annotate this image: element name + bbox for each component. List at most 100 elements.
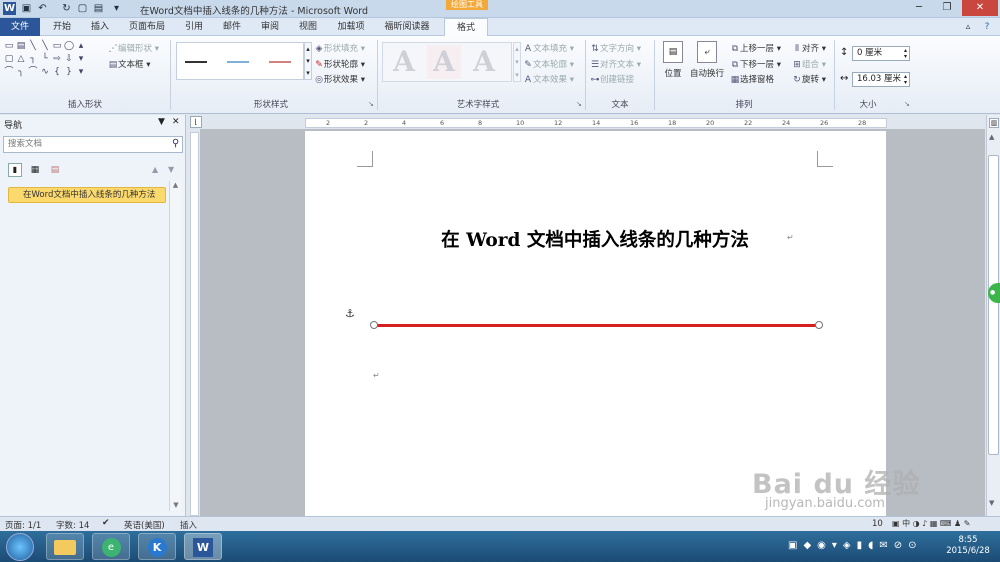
more-shapes-icon[interactable]: ▾ bbox=[76, 68, 86, 77]
rectangle-shape-icon[interactable]: ▭ bbox=[52, 42, 62, 51]
save-icon[interactable]: ▣ bbox=[20, 2, 33, 15]
text-box-button[interactable]: ▤文本框 ▾ bbox=[108, 58, 151, 70]
tab-view[interactable]: 视图 bbox=[290, 18, 326, 36]
tab-page-layout[interactable]: 页面布局 bbox=[122, 18, 172, 36]
brace-right-shape-icon[interactable]: } bbox=[64, 68, 74, 77]
tab-mailings[interactable]: 邮件 bbox=[214, 18, 250, 36]
scroll-thumb[interactable] bbox=[988, 155, 999, 455]
wordart-style-2[interactable]: A bbox=[427, 45, 461, 79]
wordart-gallery[interactable]: A A A bbox=[382, 42, 512, 82]
word-taskbar-icon[interactable]: W bbox=[184, 533, 222, 560]
dialog-launcher-icon[interactable]: ↘ bbox=[368, 100, 374, 108]
new-doc-icon[interactable]: ▢ bbox=[76, 2, 89, 15]
text-outline-button[interactable]: ✎文本轮廓 ▾ bbox=[523, 58, 574, 70]
brace-left-shape-icon[interactable]: { bbox=[52, 68, 62, 77]
scroll-up-arrow-icon[interactable]: ▲ bbox=[170, 181, 181, 189]
width-spinner-icon[interactable]: ▴ ▾ bbox=[902, 73, 909, 87]
connector-shape-icon[interactable]: ┐ bbox=[28, 55, 38, 64]
vertical-scrollbar[interactable]: ▥ ▲ ▼ bbox=[986, 115, 1000, 516]
right-arrow-shape-icon[interactable]: ⇨ bbox=[52, 55, 62, 64]
height-spinner-icon[interactable]: ▴ ▾ bbox=[902, 47, 909, 61]
down-arrow-shape-icon[interactable]: ⇩ bbox=[64, 55, 74, 64]
text-effects-button[interactable]: A 文本效果 ▾ bbox=[523, 73, 574, 85]
nav-heading-item[interactable]: 在Word文档中插入线条的几种方法 bbox=[8, 187, 166, 203]
ruler-toggle-icon[interactable]: ▥ bbox=[989, 118, 999, 128]
wrap-text-button[interactable]: ⤶ 自动换行 bbox=[690, 41, 724, 79]
word-app-icon[interactable]: W bbox=[3, 2, 16, 15]
scroll-down-arrow-icon[interactable]: ▼ bbox=[989, 499, 994, 507]
word-count[interactable]: 字数: 14 bbox=[56, 519, 89, 531]
line-end-handle[interactable] bbox=[815, 321, 823, 329]
nav-search-input[interactable]: 搜索文档 bbox=[3, 136, 183, 153]
dialog-launcher-icon[interactable]: ↘ bbox=[576, 100, 582, 108]
styles-gallery-scroll[interactable]: ▴ ▾ ▾ bbox=[304, 42, 312, 80]
tab-references[interactable]: 引用 bbox=[176, 18, 212, 36]
print-preview-icon[interactable]: ▤ bbox=[92, 2, 105, 15]
browse-headings-icon[interactable]: ▮ bbox=[8, 163, 22, 177]
arc-shape-icon[interactable]: ╮ bbox=[16, 68, 26, 77]
position-button[interactable]: ▤ 位置 bbox=[660, 41, 686, 79]
language-status[interactable]: 英语(美国) bbox=[124, 519, 165, 531]
page-count[interactable]: 页面: 1/1 bbox=[5, 519, 41, 531]
collapse-ribbon-icon[interactable]: ▵ bbox=[960, 18, 976, 36]
redo-icon[interactable]: ↻ bbox=[60, 2, 73, 15]
tab-review[interactable]: 审阅 bbox=[252, 18, 288, 36]
group-button[interactable]: ⊞组合 ▾ bbox=[792, 58, 826, 70]
vertical-textbox-shape-icon[interactable]: ▤ bbox=[16, 42, 26, 51]
line-start-handle[interactable] bbox=[370, 321, 378, 329]
browse-results-icon[interactable]: ▤ bbox=[48, 163, 62, 177]
curve-shape-icon[interactable]: ⌒ bbox=[28, 68, 38, 77]
tab-format[interactable]: 格式 bbox=[444, 18, 488, 37]
tab-home[interactable]: 开始 bbox=[44, 18, 80, 36]
line-arrow-shape-icon[interactable]: ╲ bbox=[40, 42, 50, 51]
wordart-gallery-scroll[interactable]: ▴ ▾ ▾ bbox=[513, 42, 521, 82]
scroll-down-arrow-icon[interactable]: ▼ bbox=[170, 501, 182, 509]
document-title[interactable]: 在 Word 文档中插入线条的几种方法 bbox=[380, 226, 810, 252]
bring-forward-button[interactable]: ⧉ 上移一层 ▾ bbox=[730, 42, 781, 54]
system-tray-icons[interactable]: ▣◆◉▾◈▮◖✉⊘⊙ bbox=[788, 540, 922, 551]
text-direction-button[interactable]: ⇅文字方向 ▾ bbox=[590, 42, 641, 54]
shape-outline-button[interactable]: ✎形状轮廓 ▾ bbox=[314, 58, 365, 70]
previous-heading-icon[interactable]: ▲ bbox=[152, 165, 158, 174]
send-backward-button[interactable]: ⧉ 下移一层 ▾ bbox=[730, 58, 781, 70]
nav-menu-icon[interactable]: ▼ bbox=[158, 117, 165, 127]
insert-mode[interactable]: 插入 bbox=[180, 519, 197, 531]
restore-button[interactable]: ❐ bbox=[934, 0, 960, 16]
line-shape-icon[interactable]: ╲ bbox=[28, 42, 38, 51]
tab-insert[interactable]: 插入 bbox=[82, 18, 118, 36]
triangle-shape-icon[interactable]: △ bbox=[16, 55, 26, 64]
rotate-button[interactable]: ↻旋转 ▾ bbox=[792, 73, 826, 85]
oval-shape-icon[interactable]: ◯ bbox=[64, 42, 74, 51]
next-heading-icon[interactable]: ▼ bbox=[168, 165, 174, 174]
dialog-launcher-icon[interactable]: ↘ bbox=[904, 100, 910, 108]
scroll-up-arrow-icon[interactable]: ▲ bbox=[989, 133, 994, 141]
scroll-down-icon[interactable]: ▾ bbox=[76, 55, 86, 64]
tab-file[interactable]: 文件 bbox=[0, 18, 40, 36]
align-text-button[interactable]: ☰对齐文本 ▾ bbox=[590, 58, 641, 70]
shape-fill-button[interactable]: ◈ 形状填充 ▾ bbox=[314, 42, 365, 54]
shape-height-input[interactable]: 0 厘米 ▴ ▾ bbox=[852, 46, 910, 61]
proofing-icon[interactable]: ✔ bbox=[102, 518, 110, 528]
nav-scrollbar[interactable]: ▲ ▼ bbox=[169, 181, 181, 511]
vertical-ruler[interactable] bbox=[190, 132, 199, 516]
shapes-gallery[interactable]: ▭ ▤ ╲ ╲ ▭ ◯ ▴ ▢ △ ┐ └ ⇨ ⇩ ▾ ⌒ ╮ ⌒ ∿ { } … bbox=[4, 42, 100, 88]
create-link-button[interactable]: ⊶创建链接 bbox=[590, 73, 635, 85]
360-browser-taskbar-icon[interactable]: e bbox=[92, 533, 130, 560]
rounded-rect-shape-icon[interactable]: ▢ bbox=[4, 55, 14, 64]
scroll-up-icon[interactable]: ▴ bbox=[76, 42, 86, 51]
shape-styles-gallery[interactable] bbox=[176, 42, 304, 80]
freeform-shape-icon[interactable]: ⌒ bbox=[4, 68, 14, 77]
elbow-shape-icon[interactable]: └ bbox=[40, 55, 50, 64]
system-clock[interactable]: 8:55 2015/6/28 bbox=[940, 535, 996, 557]
start-button[interactable] bbox=[6, 533, 34, 561]
browse-pages-icon[interactable]: ▦ bbox=[28, 163, 42, 177]
text-fill-button[interactable]: A 文本填充 ▾ bbox=[523, 42, 574, 54]
style-blue-line[interactable] bbox=[227, 61, 249, 63]
tab-foxit[interactable]: 福昕阅读器 bbox=[376, 18, 438, 36]
undo-icon[interactable]: ↶ bbox=[36, 2, 49, 15]
shape-width-input[interactable]: 16.03 厘米 ▴ ▾ bbox=[852, 72, 910, 87]
align-button[interactable]: ⫴ 对齐 ▾ bbox=[792, 42, 826, 54]
wave-shape-icon[interactable]: ∿ bbox=[40, 68, 50, 77]
minimize-button[interactable]: ─ bbox=[906, 0, 932, 16]
textbox-shape-icon[interactable]: ▭ bbox=[4, 42, 14, 51]
